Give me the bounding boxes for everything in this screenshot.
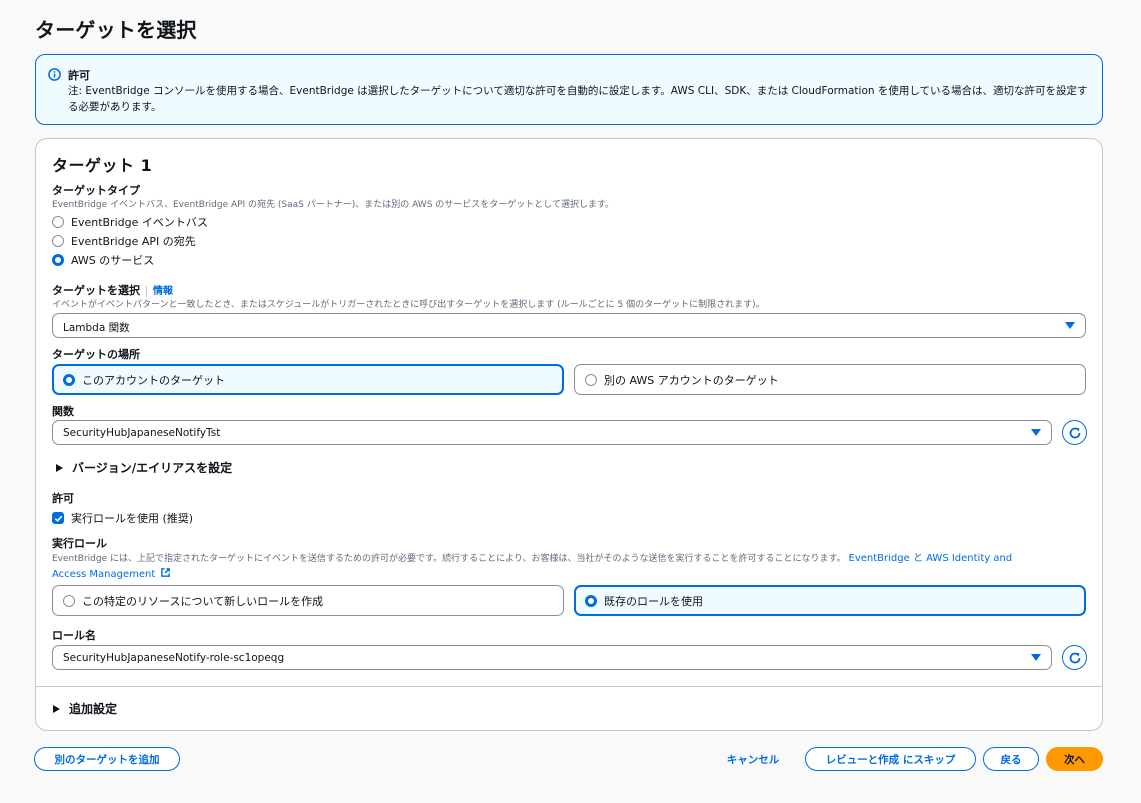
tile-new-role[interactable]: この特定のリソースについて新しいロールを作成 [52, 585, 564, 616]
target-location-label: ターゲットの場所 [52, 348, 140, 361]
iam-link-text-2: Access Management [52, 569, 156, 580]
tile-label: この特定のリソースについて新しいロールを作成 [82, 594, 324, 608]
check-icon [54, 515, 62, 522]
execution-role-description-text: EventBridge には、上記で指定されたターゲットにイベントを送信するため… [52, 554, 846, 564]
select-value: SecurityHubJapaneseNotifyTst [63, 427, 221, 439]
role-name-label: ロール名 [52, 629, 96, 642]
checkbox-label: 実行ロールを使用 (推奨) [71, 512, 194, 525]
radio-button[interactable] [63, 594, 75, 607]
target-heading: ターゲット 1 [52, 156, 153, 175]
radio-button[interactable] [585, 373, 597, 386]
next-button[interactable]: 次へ [1046, 747, 1103, 771]
radio-label: EventBridge API の宛先 [71, 235, 196, 248]
radio-eventbridge-api[interactable]: EventBridge API の宛先 [52, 233, 196, 249]
alert-title: 許可 [68, 69, 90, 82]
refresh-roles-button[interactable] [1062, 645, 1087, 670]
back-button[interactable]: 戻る [983, 747, 1039, 771]
skip-to-review-button[interactable]: レビューと作成 にスキップ [805, 747, 976, 771]
expander-label: バージョン/エイリアスを設定 [72, 461, 233, 475]
caret-down-icon [1031, 429, 1041, 436]
select-target-description: イベントがイベントパターンと一致したとき、またはスケジュールがトリガーされたとき… [52, 300, 765, 310]
permission-info-alert: 許可 注: EventBridge コンソールを使用する場合、EventBrid… [35, 54, 1103, 125]
target-panel: ターゲット 1 ターゲットタイプ EventBridge イベントバス、Even… [35, 138, 1103, 731]
refresh-icon [1069, 652, 1080, 663]
label-divider [146, 285, 147, 297]
cancel-button[interactable]: キャンセル [712, 747, 794, 771]
tile-label: 別の AWS アカウントのターゲット [604, 373, 779, 387]
expander-label: 追加設定 [69, 702, 118, 716]
select-value: SecurityHubJapaneseNotify-role-sc1opeqg [63, 652, 285, 664]
info-icon [48, 68, 61, 81]
caret-right-icon [53, 704, 60, 713]
refresh-functions-button[interactable] [1062, 420, 1087, 445]
select-value: Lambda 関数 [63, 322, 130, 334]
page-title: ターゲットを選択 [35, 18, 197, 42]
use-execution-role-checkbox[interactable]: 実行ロールを使用 (推奨) [52, 510, 193, 526]
radio-button-selected[interactable] [585, 594, 597, 607]
panel-divider [36, 686, 1102, 687]
execution-role-label: 実行ロール [52, 537, 107, 550]
radio-button[interactable] [52, 216, 64, 228]
iam-link[interactable]: EventBridge と AWS Identity and [849, 553, 1013, 564]
info-link[interactable]: 情報 [153, 286, 173, 297]
function-label: 関数 [52, 405, 74, 418]
radio-eventbridge-bus[interactable]: EventBridge イベントバス [52, 214, 208, 230]
tile-other-account[interactable]: 別の AWS アカウントのターゲット [574, 364, 1086, 395]
version-alias-expander[interactable]: バージョン/エイリアスを設定 [56, 459, 232, 476]
target-type-description: EventBridge イベントバス、EventBridge API の宛先 (… [52, 200, 615, 210]
tile-label: 既存のロールを使用 [604, 594, 703, 608]
checkbox-checked[interactable] [52, 512, 64, 524]
select-target-label-text: ターゲットを選択 [52, 284, 140, 297]
radio-button-selected[interactable] [63, 373, 75, 386]
external-link-icon [161, 568, 171, 577]
radio-label: AWS のサービス [71, 254, 155, 267]
iam-link-line2[interactable]: Access Management [52, 567, 171, 580]
function-select[interactable]: SecurityHubJapaneseNotifyTst [52, 420, 1052, 445]
radio-button[interactable] [52, 235, 64, 247]
radio-button-selected[interactable] [52, 254, 64, 266]
alert-body: 注: EventBridge コンソールを使用する場合、EventBridge … [68, 85, 1088, 113]
caret-down-icon [1031, 654, 1041, 661]
target-type-label: ターゲットタイプ [52, 184, 140, 197]
add-target-button[interactable]: 別のターゲットを追加 [34, 747, 180, 771]
caret-down-icon [1065, 322, 1075, 329]
radio-aws-service[interactable]: AWS のサービス [52, 252, 154, 268]
tile-existing-role[interactable]: 既存のロールを使用 [574, 585, 1086, 616]
select-target-label: ターゲットを選択 情報 [52, 282, 173, 298]
execution-role-description: EventBridge には、上記で指定されたターゲットにイベントを送信するため… [52, 551, 1082, 567]
target-service-select[interactable]: Lambda 関数 [52, 313, 1086, 338]
tile-label: このアカウントのターゲット [82, 373, 225, 387]
iam-link-text-1: EventBridge と AWS Identity and [848, 553, 1013, 564]
role-name-select[interactable]: SecurityHubJapaneseNotify-role-sc1opeqg [52, 645, 1052, 670]
permission-label: 許可 [52, 492, 74, 505]
refresh-icon [1069, 427, 1080, 438]
caret-right-icon [56, 463, 63, 472]
additional-settings-expander[interactable]: 追加設定 [53, 700, 117, 717]
tile-this-account[interactable]: このアカウントのターゲット [52, 364, 564, 395]
radio-label: EventBridge イベントバス [71, 216, 208, 229]
